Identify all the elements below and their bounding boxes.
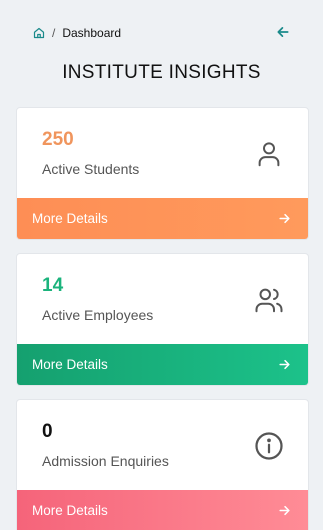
breadcrumb-current: Dashboard <box>62 26 122 40</box>
more-details-button[interactable]: More Details <box>17 344 308 385</box>
arrow-right-icon <box>279 359 290 370</box>
users-icon <box>255 288 283 313</box>
metric-label: Active Students <box>42 161 140 177</box>
more-details-button[interactable]: More Details <box>17 490 308 530</box>
card-body: 250 Active Students <box>17 108 308 198</box>
card-body: 0 Admission Enquiries <box>17 400 308 490</box>
more-details-label: More Details <box>32 503 108 518</box>
arrow-left-icon[interactable] <box>276 25 290 39</box>
metric-label: Admission Enquiries <box>42 453 169 469</box>
card-body: 14 Active Employees <box>17 254 308 344</box>
metric-value: 0 <box>42 421 53 442</box>
top-bar: / Dashboard <box>0 0 323 66</box>
card-active-students: 250 Active Students More Details <box>16 107 309 240</box>
metric-label: Active Employees <box>42 307 154 323</box>
more-details-button[interactable]: More Details <box>17 198 308 239</box>
more-details-label: More Details <box>32 357 108 372</box>
home-icon[interactable] <box>33 27 45 39</box>
card-admission-enquiries: 0 Admission Enquiries More Details <box>16 399 309 530</box>
breadcrumb-separator: / <box>52 26 56 40</box>
info-circle-icon <box>255 432 283 460</box>
page-title: INSTITUTE INSIGHTS <box>62 62 261 83</box>
card-active-employees: 14 Active Employees More Details <box>16 253 309 386</box>
breadcrumb: / Dashboard <box>33 25 121 41</box>
arrow-right-icon <box>279 505 290 516</box>
arrow-right-icon <box>279 213 290 224</box>
user-icon <box>258 142 280 167</box>
metric-value: 250 <box>42 129 74 150</box>
more-details-label: More Details <box>32 211 108 226</box>
metric-value: 14 <box>42 275 64 296</box>
